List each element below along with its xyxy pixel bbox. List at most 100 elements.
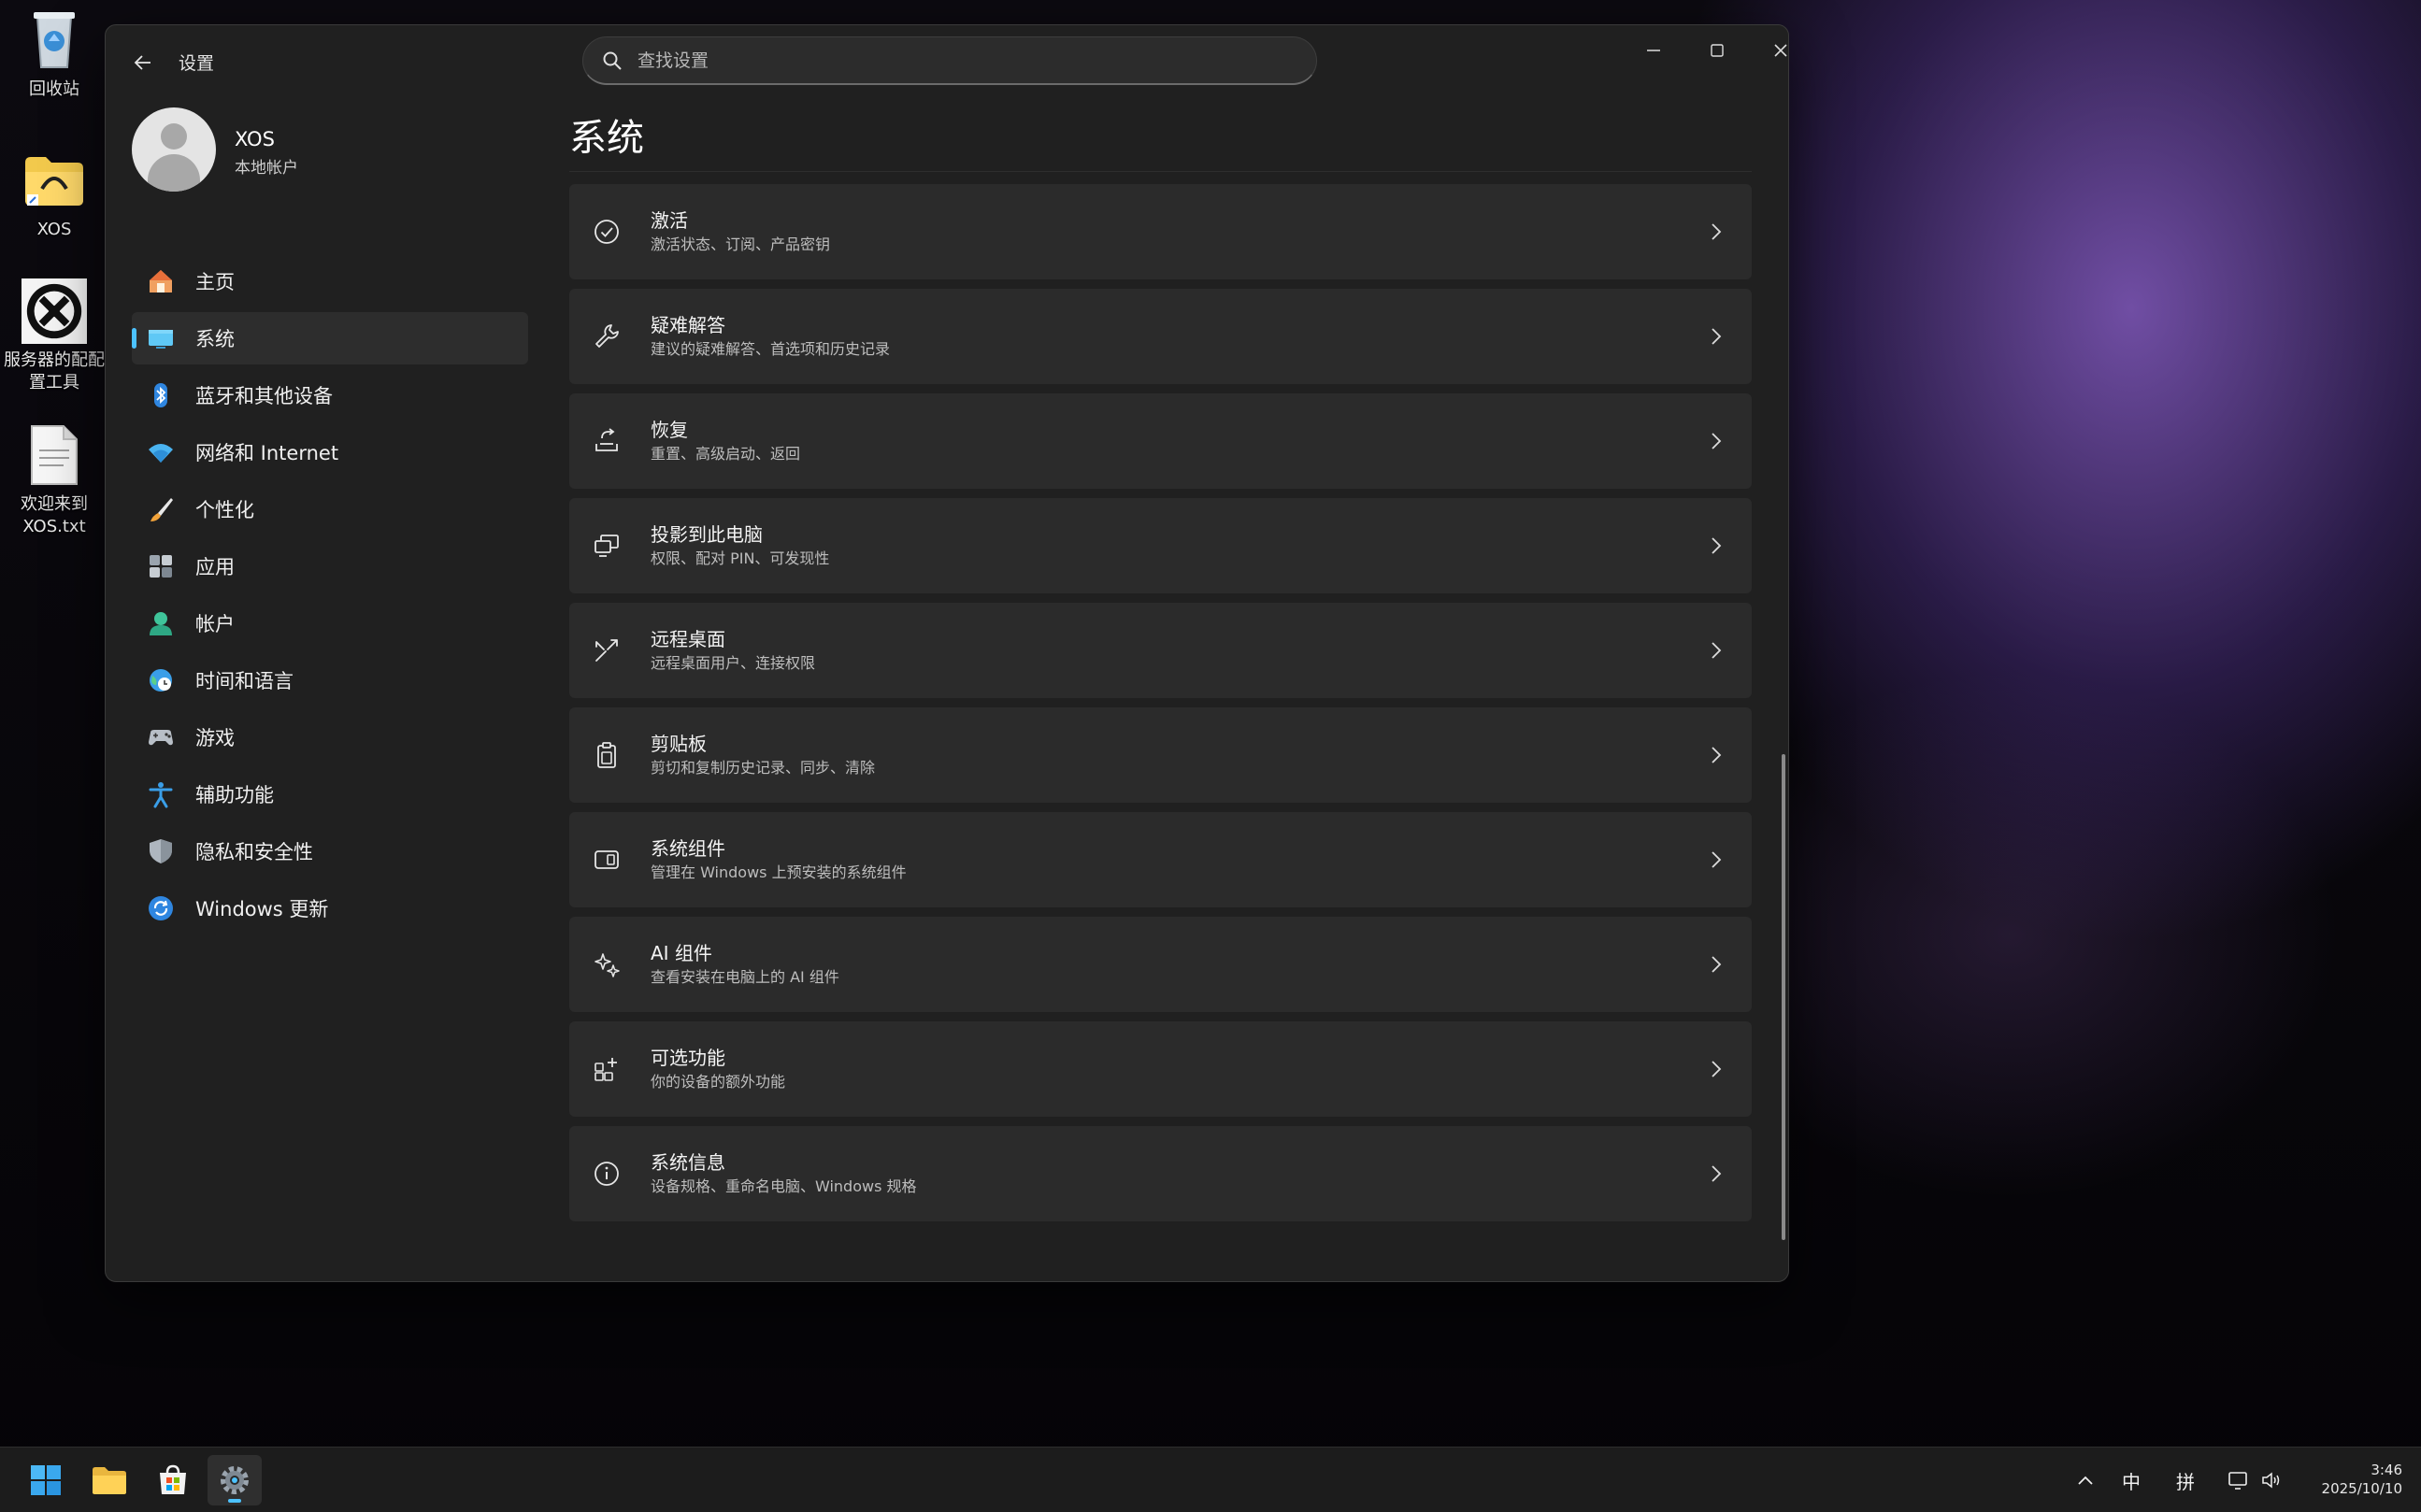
- sidebar-item-privacy[interactable]: 隐私和安全性: [132, 825, 528, 877]
- card-description: 远程桌面用户、连接权限: [651, 654, 816, 672]
- sidebar-item-system[interactable]: 系统: [132, 312, 528, 364]
- settings-card-ai-components[interactable]: AI 组件 查看安装在电脑上的 AI 组件: [569, 917, 1752, 1012]
- sidebar-item-home[interactable]: 主页: [132, 255, 528, 307]
- sidebar-item-accessibility[interactable]: 辅助功能: [132, 768, 528, 820]
- desktop-icon-label: 回收站: [29, 79, 79, 99]
- sidebar-item-accounts[interactable]: 帐户: [132, 597, 528, 649]
- card-description: 管理在 Windows 上预安装的系统组件: [651, 863, 907, 881]
- home-icon: [145, 265, 177, 297]
- settings-card-clipboard[interactable]: 剪贴板 剪切和复制历史记录、同步、清除: [569, 707, 1752, 803]
- wifi-icon: [145, 436, 177, 468]
- minimize-button[interactable]: [1627, 35, 1680, 66]
- brush-icon: [145, 493, 177, 525]
- user-profile[interactable]: XOS 本地帐户: [132, 107, 618, 197]
- taskbar-store[interactable]: [146, 1455, 200, 1505]
- card-title: 可选功能: [651, 1047, 725, 1069]
- sidebar-item-apps[interactable]: 应用: [132, 540, 528, 592]
- search-input[interactable]: [637, 50, 1273, 71]
- tray-overflow-button[interactable]: [2071, 1464, 2099, 1496]
- gamepad-icon: [145, 721, 177, 753]
- minimize-icon: [1647, 50, 1660, 51]
- network-tray[interactable]: [2225, 1464, 2253, 1496]
- settings-card-troubleshoot[interactable]: 疑难解答 建议的疑难解答、首选项和历史记录: [569, 289, 1752, 384]
- settings-card-about[interactable]: 系统信息 设备规格、重命名电脑、Windows 规格: [569, 1126, 1752, 1221]
- sparkle-icon: [590, 948, 623, 981]
- settings-card-recovery[interactable]: 恢复 重置、高级启动、返回: [569, 393, 1752, 489]
- maximize-button[interactable]: [1691, 35, 1743, 66]
- search-box[interactable]: [582, 36, 1317, 85]
- settings-card-optional-features[interactable]: 可选功能 你的设备的额外功能: [569, 1021, 1752, 1117]
- sidebar-item-gaming[interactable]: 游戏: [132, 711, 528, 763]
- settings-window: 设置 XOS 本地帐户: [105, 24, 1789, 1282]
- accessibility-icon: [145, 778, 177, 810]
- desktop-icon-xos-folder[interactable]: XOS: [7, 148, 101, 241]
- volume-tray[interactable]: [2258, 1464, 2286, 1496]
- card-title: 系统组件: [651, 837, 725, 860]
- desktop-icon-label: 欢迎来到XOS.txt: [21, 494, 88, 536]
- remote-desktop-icon: [590, 634, 623, 667]
- project-icon: [590, 529, 623, 563]
- globe-clock-icon: [145, 664, 177, 696]
- card-title: 投影到此电脑: [651, 523, 763, 546]
- card-description: 激活状态、订阅、产品密钥: [651, 235, 831, 253]
- sidebar-item-label: 主页: [195, 271, 235, 293]
- settings-card-activation[interactable]: 激活 激活状态、订阅、产品密钥: [569, 184, 1752, 279]
- check-circle-icon: [590, 215, 623, 249]
- windows-start-icon: [31, 1465, 61, 1495]
- bluetooth-icon: [145, 379, 177, 411]
- system-clock[interactable]: 3:46 2025/10/10: [2322, 1461, 2402, 1498]
- apps-icon: [145, 550, 177, 582]
- settings-card-project[interactable]: 投影到此电脑 权限、配对 PIN、可发现性: [569, 498, 1752, 593]
- shield-icon: [145, 835, 177, 867]
- settings-list: 激活 激活状态、订阅、产品密钥 疑难解答 建议的疑难解答、首选项和历史记录 恢复…: [569, 184, 1752, 1231]
- system-components-icon: [590, 843, 623, 877]
- desktop-icon-config-tool[interactable]: 服务器的配配置工具: [4, 278, 105, 394]
- card-title: AI 组件: [651, 942, 712, 964]
- start-button[interactable]: [19, 1455, 73, 1505]
- chevron-right-icon: [1705, 220, 1727, 244]
- sidebar-item-bluetooth[interactable]: 蓝牙和其他设备: [132, 369, 528, 421]
- sidebar-item-label: 辅助功能: [195, 784, 274, 806]
- sidebar-item-time-language[interactable]: 时间和语言: [132, 654, 528, 706]
- settings-card-system-components[interactable]: 系统组件 管理在 Windows 上预安装的系统组件: [569, 812, 1752, 907]
- taskbar-file-explorer[interactable]: [82, 1455, 136, 1505]
- folder-icon: [93, 1467, 126, 1494]
- tool-icon: [21, 278, 87, 344]
- close-button[interactable]: [1755, 35, 1788, 66]
- desktop-icon-recycle-bin[interactable]: 回收站: [7, 7, 101, 101]
- chevron-right-icon: [1705, 952, 1727, 977]
- sidebar-item-label: 个性化: [195, 499, 254, 521]
- recycle-bin-icon: [21, 7, 87, 73]
- card-description: 设备规格、重命名电脑、Windows 规格: [651, 1177, 917, 1195]
- sidebar-item-personalization[interactable]: 个性化: [132, 483, 528, 535]
- clock-time: 3:46: [2371, 1462, 2402, 1478]
- page-title: 系统: [569, 117, 644, 160]
- speaker-icon: [2262, 1472, 2280, 1489]
- account-icon: [145, 607, 177, 639]
- sidebar-item-network[interactable]: 网络和 Internet: [132, 426, 528, 478]
- profile-name: XOS: [235, 128, 275, 150]
- info-icon: [590, 1157, 623, 1191]
- sidebar-item-label: 帐户: [195, 613, 235, 635]
- scrollbar[interactable]: [1782, 754, 1785, 1240]
- back-button[interactable]: [126, 46, 160, 79]
- sidebar-item-label: 隐私和安全性: [195, 841, 313, 863]
- sidebar-item-label: 游戏: [195, 727, 235, 749]
- search-icon: [603, 51, 622, 70]
- clock-date: 2025/10/10: [2321, 1480, 2402, 1497]
- card-title: 疑难解答: [651, 314, 725, 336]
- ime-indicator[interactable]: 拼: [2169, 1464, 2202, 1496]
- chevron-right-icon: [1705, 534, 1727, 558]
- desktop-icon-welcome-txt[interactable]: 欢迎来到XOS.txt: [7, 422, 101, 538]
- text-file-icon: [21, 422, 87, 488]
- settings-card-remote-desktop[interactable]: 远程桌面 远程桌面用户、连接权限: [569, 603, 1752, 698]
- language-indicator[interactable]: 中: [2114, 1464, 2148, 1496]
- taskbar-settings[interactable]: [208, 1455, 262, 1505]
- sidebar-item-label: 时间和语言: [195, 670, 294, 692]
- windows-update-icon: [145, 892, 177, 924]
- desktop-icon-label: 服务器的配配置工具: [4, 350, 105, 392]
- folder-icon: [21, 148, 87, 213]
- network-monitor-icon: [2228, 1472, 2247, 1490]
- sidebar-item-windows-update[interactable]: Windows 更新: [132, 882, 528, 934]
- profile-account-type: 本地帐户: [235, 159, 298, 178]
